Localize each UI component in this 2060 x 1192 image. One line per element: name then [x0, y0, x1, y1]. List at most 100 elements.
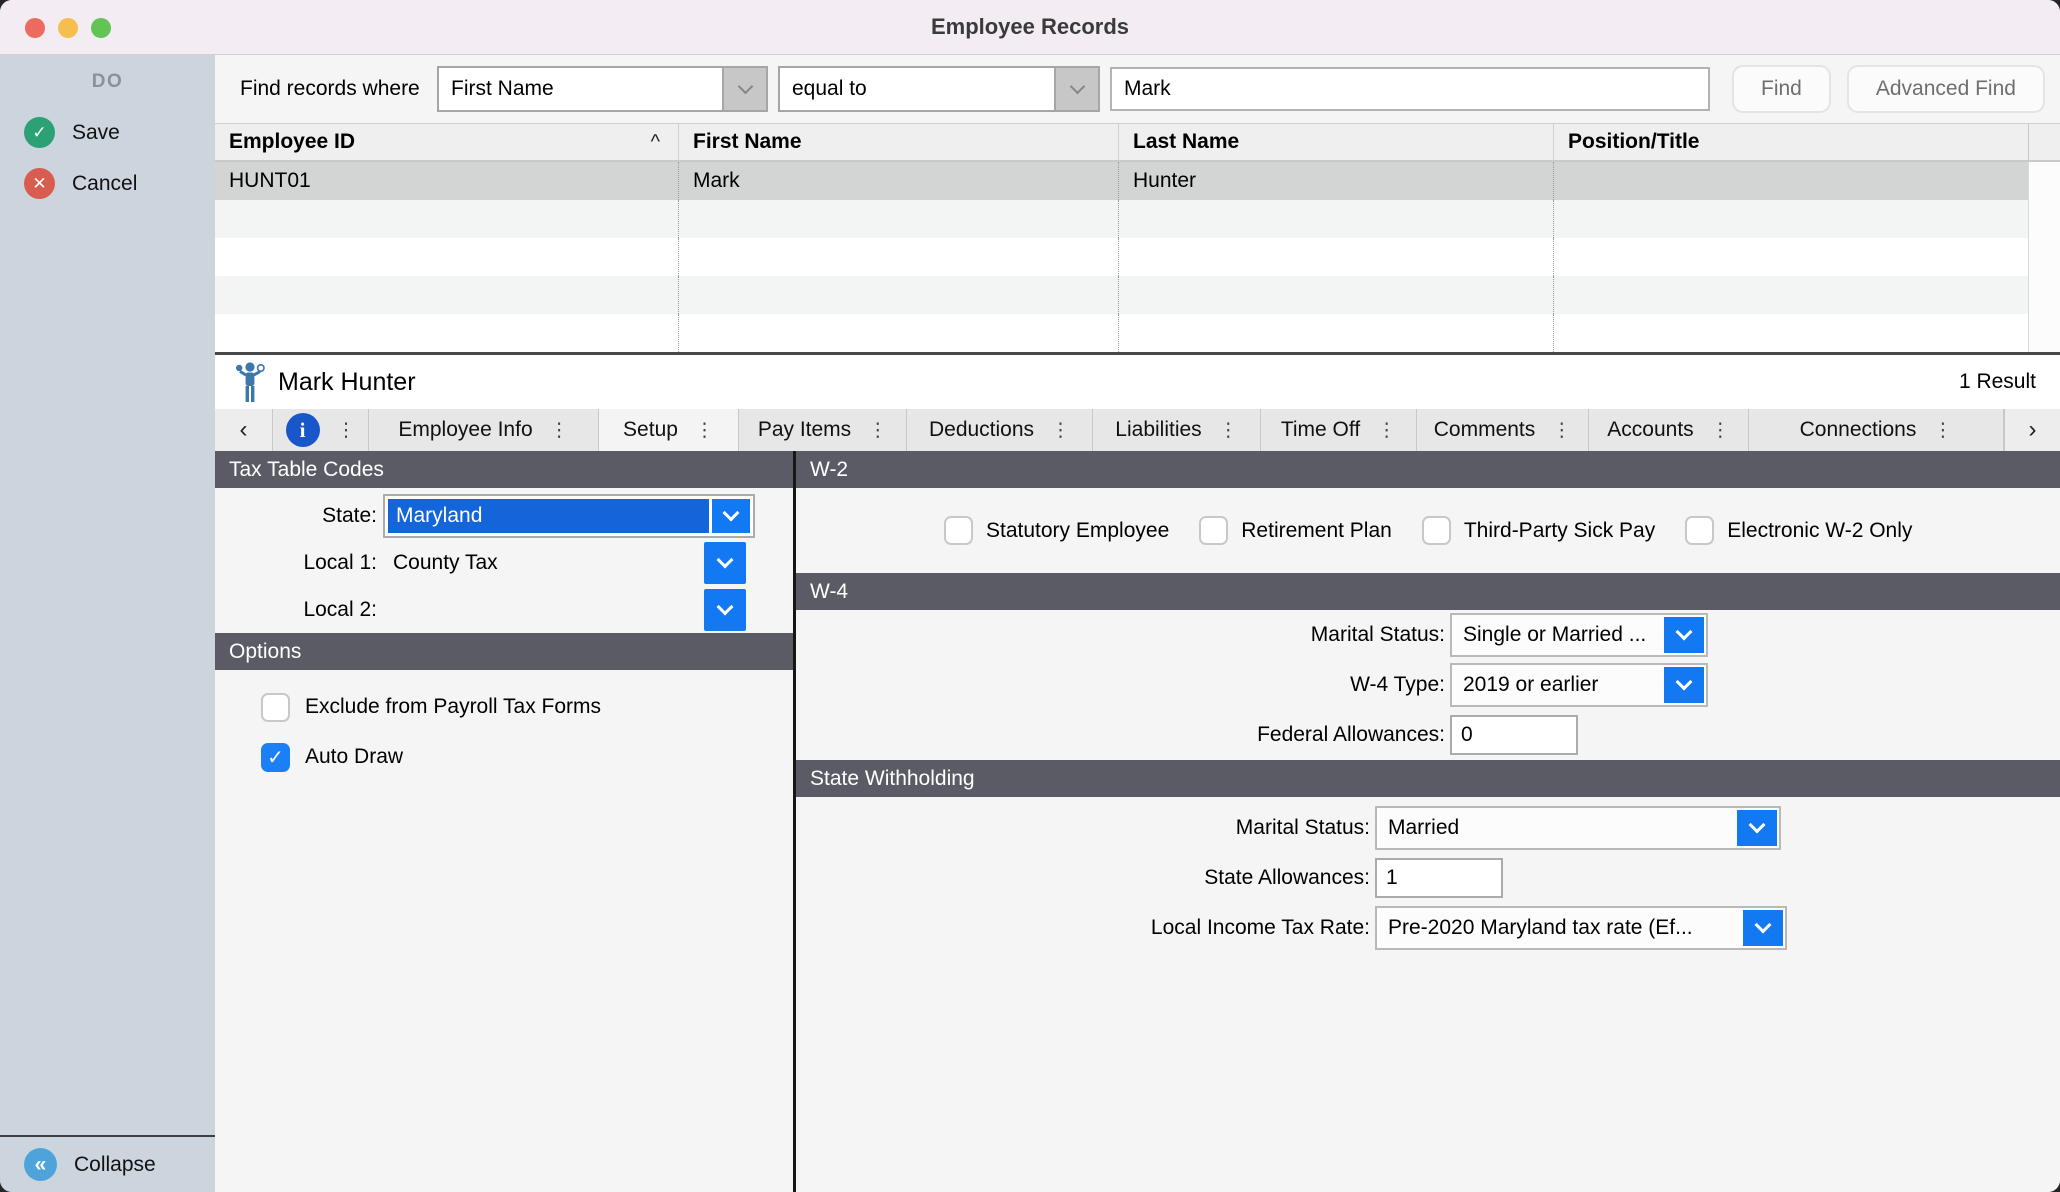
w4-marital-status-dropdown[interactable]: Single or Married ...	[1450, 613, 1708, 657]
local2-chevron-down-icon[interactable]	[704, 588, 746, 631]
tab-connections[interactable]: Connections ⋮	[1749, 409, 2004, 451]
tab-pay-items[interactable]: Pay Items ⋮	[739, 409, 907, 451]
w2-checkbox-row: Statutory Employee Retirement Plan Third…	[796, 488, 2060, 573]
state-allowances-input[interactable]	[1375, 858, 1503, 898]
operator-select[interactable]: equal to	[778, 66, 1100, 112]
tab-menu-icon[interactable]: ⋮	[550, 419, 569, 442]
local1-chevron-down-icon[interactable]	[704, 541, 746, 584]
w4-type-dropdown[interactable]: 2019 or earlier	[1450, 663, 1708, 707]
tab-menu-icon[interactable]: ⋮	[1933, 419, 1952, 442]
state-withholding-header: State Withholding	[796, 760, 2060, 797]
collapse-sidebar-button[interactable]: « Collapse	[0, 1135, 215, 1192]
w4-marital-status-row: Marital Status: Single or Married ...	[796, 610, 2060, 660]
sidebar: DO ✓ Save ✕ Cancel « Collapse	[0, 55, 215, 1192]
table-row-selected[interactable]: HUNT01 Mark Hunter	[215, 162, 2060, 200]
tab-menu-icon[interactable]: ⋮	[1377, 419, 1396, 442]
state-value-selected: Maryland	[388, 498, 709, 533]
electronic-w2-only-label: Electronic W-2 Only	[1727, 518, 1913, 542]
tab-accounts[interactable]: Accounts ⋮	[1589, 409, 1749, 451]
find-button[interactable]: Find	[1732, 65, 1831, 113]
tabs-scroll-left-button[interactable]: ‹	[215, 409, 273, 451]
tab-menu-icon[interactable]: ⋮	[1552, 419, 1571, 442]
statutory-employee-checkbox[interactable]	[944, 516, 973, 545]
save-label: Save	[72, 120, 120, 144]
local1-label: Local 1:	[303, 550, 377, 574]
save-button[interactable]: ✓ Save	[0, 107, 215, 158]
tab-setup[interactable]: Setup ⋮	[599, 409, 739, 451]
tab-menu-icon[interactable]: ⋮	[695, 419, 714, 442]
cell-employee-id: HUNT01	[215, 162, 678, 200]
zoom-window-button[interactable]	[91, 18, 111, 38]
advanced-find-button[interactable]: Advanced Find	[1846, 65, 2045, 113]
state-allowances-row: State Allowances:	[796, 853, 2060, 903]
state-marital-status-dropdown[interactable]: Married	[1375, 806, 1781, 850]
auto-draw-checkbox[interactable]: ✓	[261, 742, 290, 772]
tabs-scroll-right-button[interactable]: ›	[2004, 409, 2060, 451]
tab-comments[interactable]: Comments ⋮	[1417, 409, 1589, 451]
local-income-tax-rate-chevron-down-icon[interactable]	[1743, 910, 1783, 946]
operator-select-chevron-icon[interactable]	[1054, 68, 1098, 110]
column-header-employee-id[interactable]: Employee ID ^	[215, 124, 678, 160]
electronic-w2-only-checkbox[interactable]	[1685, 516, 1715, 545]
w4-type-chevron-down-icon[interactable]	[1664, 667, 1704, 703]
column-header-position-title[interactable]: Position/Title	[1553, 124, 2028, 160]
field-select[interactable]: First Name	[437, 66, 768, 112]
state-chevron-down-icon[interactable]	[712, 498, 750, 533]
exclude-payroll-tax-forms-checkbox[interactable]	[261, 692, 290, 722]
cell-last-name: Hunter	[1118, 162, 1553, 200]
setup-tab-content: Tax Table Codes State: Maryland Local 1:…	[215, 451, 2060, 1192]
local-income-tax-rate-row: Local Income Tax Rate: Pre-2020 Maryland…	[796, 903, 2060, 953]
tab-menu-icon[interactable]: ⋮	[1219, 419, 1238, 442]
tab-deductions[interactable]: Deductions ⋮	[907, 409, 1093, 451]
state-marital-status-chevron-down-icon[interactable]	[1737, 810, 1777, 846]
local1-row: Local 1: County Tax	[215, 539, 793, 586]
state-dropdown[interactable]: Maryland	[383, 493, 755, 538]
w4-marital-status-chevron-down-icon[interactable]	[1664, 617, 1704, 653]
tab-employee-info[interactable]: Employee Info ⋮	[369, 409, 599, 451]
tax-table-codes-panel: Tax Table Codes State: Maryland Local 1:…	[215, 451, 793, 1192]
find-bar: Find records where First Name equal to F…	[215, 55, 2060, 123]
table-header-scroll-corner	[2028, 124, 2060, 160]
cancel-button[interactable]: ✕ Cancel	[0, 158, 215, 209]
tab-menu-icon[interactable]: ⋮	[1711, 419, 1730, 442]
third-party-sick-pay-checkbox[interactable]	[1421, 516, 1451, 545]
column-header-last-name[interactable]: Last Name	[1118, 124, 1553, 160]
state-marital-status-label: Marital Status:	[1235, 816, 1370, 839]
tab-info[interactable]: i ⋮	[273, 409, 369, 451]
tab-menu-icon[interactable]: ⋮	[337, 419, 356, 442]
federal-allowances-row: Federal Allowances:	[796, 710, 2060, 760]
cell-first-name: Mark	[678, 162, 1118, 200]
retirement-plan-checkbox[interactable]	[1199, 516, 1229, 545]
table-scrollbar-track[interactable]	[2028, 162, 2060, 200]
electronic-w2-only-group: Electronic W-2 Only	[1685, 516, 1912, 545]
federal-allowances-label: Federal Allowances:	[1257, 723, 1445, 746]
search-input[interactable]	[1110, 67, 1710, 111]
field-select-chevron-icon[interactable]	[722, 68, 766, 110]
traffic-lights	[25, 18, 111, 38]
statutory-employee-label: Statutory Employee	[986, 518, 1170, 542]
close-window-button[interactable]	[25, 18, 45, 38]
federal-allowances-input[interactable]	[1450, 715, 1578, 755]
w4-marital-status-label: Marital Status:	[1310, 623, 1445, 646]
table-row-empty	[215, 314, 2060, 352]
withholding-panel: W-2 Statutory Employee Retirement Plan T…	[796, 451, 2060, 1192]
retirement-plan-label: Retirement Plan	[1241, 518, 1392, 542]
tab-liabilities[interactable]: Liabilities ⋮	[1093, 409, 1261, 451]
options-header: Options	[215, 633, 793, 670]
tax-table-codes-header: Tax Table Codes	[215, 451, 793, 488]
tab-time-off[interactable]: Time Off ⋮	[1261, 409, 1417, 451]
retirement-plan-group: Retirement Plan	[1199, 516, 1392, 545]
tab-menu-icon[interactable]: ⋮	[1051, 419, 1070, 442]
state-marital-status-value: Married	[1388, 816, 1460, 839]
local-income-tax-rate-value: Pre-2020 Maryland tax rate (Ef...	[1388, 916, 1693, 939]
cancel-label: Cancel	[72, 171, 138, 195]
table-row-empty	[215, 238, 2060, 276]
local-income-tax-rate-dropdown[interactable]: Pre-2020 Maryland tax rate (Ef...	[1375, 906, 1787, 950]
main-area: Find records where First Name equal to F…	[215, 55, 2060, 1192]
exclude-payroll-tax-forms-row: Exclude from Payroll Tax Forms	[215, 682, 793, 732]
tab-menu-icon[interactable]: ⋮	[868, 419, 887, 442]
minimize-window-button[interactable]	[58, 18, 78, 38]
collapse-label: Collapse	[74, 1152, 156, 1176]
column-header-first-name[interactable]: First Name	[678, 124, 1118, 160]
window-title: Employee Records	[930, 14, 1130, 39]
